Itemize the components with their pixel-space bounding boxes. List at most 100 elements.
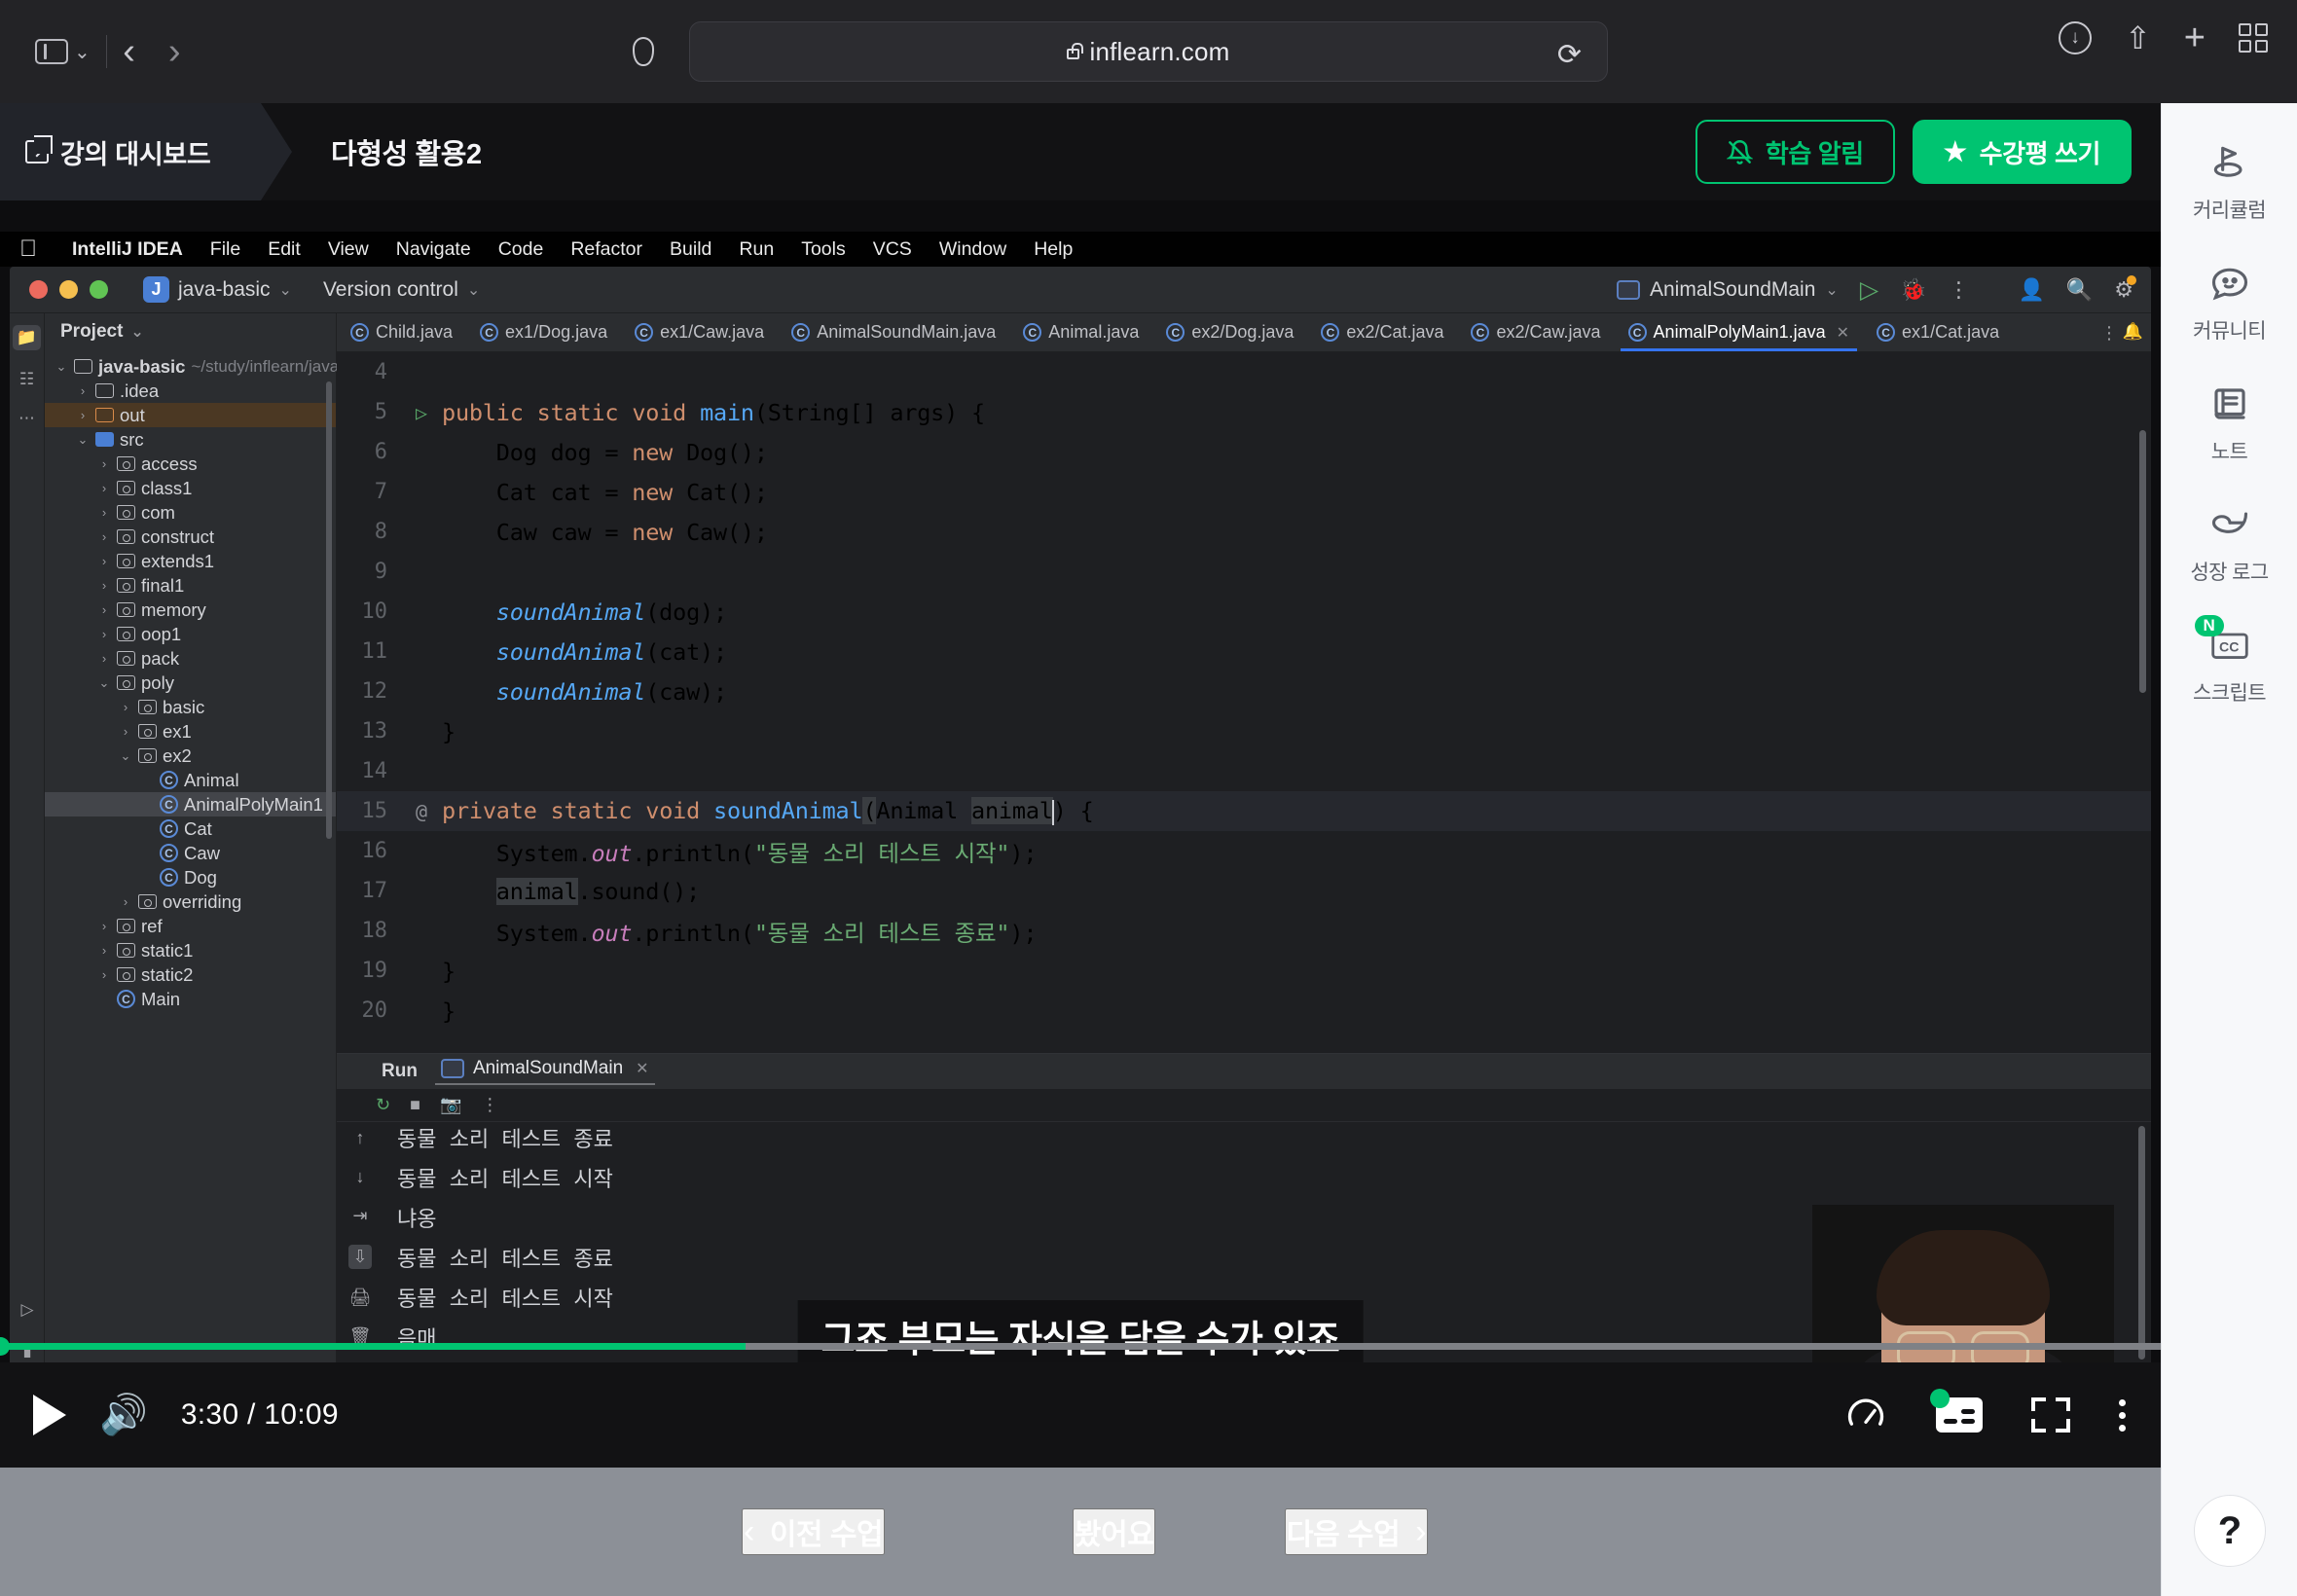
window-traffic-lights[interactable]: [29, 280, 108, 299]
code-line[interactable]: 20}: [337, 991, 2151, 1031]
tree-expander-icon[interactable]: ›: [97, 505, 111, 520]
search-icon[interactable]: 🔍: [2066, 277, 2093, 303]
editor-tabs-more-icon[interactable]: ⋮: [2100, 323, 2118, 344]
code-line[interactable]: 4: [337, 352, 2151, 392]
tree-item-poly[interactable]: ⌄ poly: [45, 671, 336, 695]
code-line[interactable]: 9: [337, 552, 2151, 592]
project-tool-icon[interactable]: 📁: [12, 325, 42, 350]
menu-help[interactable]: Help: [1020, 238, 1086, 261]
play-icon[interactable]: [33, 1395, 66, 1435]
tree-expander-icon[interactable]: ›: [97, 578, 111, 593]
maximize-window-icon[interactable]: [90, 280, 108, 299]
sidebar-item-curriculum[interactable]: 커리큘럼: [2162, 138, 2297, 224]
code-line[interactable]: 6 Dog dog = new Dog();: [337, 432, 2151, 472]
run-tool-icon[interactable]: ▷: [20, 1300, 33, 1320]
editor-tab-ex2-caw-java[interactable]: Cex2/Caw.java: [1457, 313, 1614, 351]
editor-tab-animalpolymain1-java[interactable]: C AnimalPolyMain1.java ✕: [1614, 313, 1864, 351]
video-player-stage[interactable]:  IntelliJ IDEA File Edit View Navigate …: [0, 200, 2161, 1399]
dashboard-breadcrumb-button[interactable]: 강의 대시보드: [0, 103, 292, 200]
tree-expander-icon[interactable]: ›: [97, 943, 111, 958]
tree-expander-icon[interactable]: ›: [97, 456, 111, 471]
tree-item-pack[interactable]: › pack: [45, 646, 336, 671]
tree-item-src[interactable]: ⌄ src: [45, 427, 336, 452]
print-icon[interactable]: 🖨: [349, 1288, 372, 1308]
menu-intellij[interactable]: IntelliJ IDEA: [58, 238, 197, 261]
tree-item-cat[interactable]: C Cat: [45, 816, 336, 841]
close-icon[interactable]: ✕: [636, 1059, 648, 1078]
editor-tab-ex1-cat-java[interactable]: Cex1/Cat.java: [1863, 313, 2013, 351]
project-selector[interactable]: J java-basic ⌄: [143, 276, 292, 303]
plus-icon[interactable]: +: [2184, 19, 2206, 56]
tree-expander-icon[interactable]: ›: [97, 651, 111, 666]
tree-item-static1[interactable]: › static1: [45, 938, 336, 962]
reload-icon[interactable]: ⟳: [1557, 38, 1582, 72]
menu-run[interactable]: Run: [725, 238, 787, 261]
tree-item-final1[interactable]: › final1: [45, 573, 336, 598]
code-line[interactable]: 11 soundAnimal(cat);: [337, 632, 2151, 671]
minimize-window-icon[interactable]: [59, 280, 78, 299]
run-more-icon[interactable]: ⋮: [1948, 277, 1969, 303]
menu-edit[interactable]: Edit: [254, 238, 314, 261]
menu-vcs[interactable]: VCS: [859, 238, 926, 261]
close-window-icon[interactable]: [29, 280, 48, 299]
tree-item-out[interactable]: › out: [45, 403, 336, 427]
fullscreen-icon[interactable]: [2031, 1397, 2070, 1433]
tree-item-ex2[interactable]: ⌄ ex2: [45, 744, 336, 768]
captions-cc-icon[interactable]: [1930, 1389, 1983, 1433]
project-tree[interactable]: ⌄ java-basic ~/study/inflearn/java/java- ›.…: [45, 350, 380, 1011]
tree-expander-icon[interactable]: ›: [76, 383, 90, 398]
previous-lesson-button[interactable]: ‹ 이전 수업: [742, 1508, 886, 1555]
downloads-icon[interactable]: ↓: [2058, 21, 2092, 54]
tree-item-java-basic[interactable]: ⌄ java-basic ~/study/inflearn/java/java-: [45, 354, 380, 379]
tree-item-basic[interactable]: › basic: [45, 695, 336, 719]
editor-tab-animal-java[interactable]: C Animal.java: [1009, 313, 1152, 351]
rerun-icon[interactable]: ↻: [376, 1095, 390, 1115]
tree-item-ref[interactable]: › ref: [45, 914, 336, 938]
back-arrow-icon[interactable]: ‹: [123, 33, 135, 70]
sidebar-item-note[interactable]: 노트: [2162, 380, 2297, 465]
run-options-icon[interactable]: ⋮: [481, 1095, 498, 1115]
mark-watched-button[interactable]: 봤어요: [1073, 1508, 1156, 1555]
tree-item--idea[interactable]: › .idea: [45, 379, 336, 403]
run-tab-animalsoundmain[interactable]: AnimalSoundMain ✕: [434, 1058, 655, 1085]
code-line[interactable]: 13}: [337, 711, 2151, 751]
scroll-up-icon[interactable]: ↑: [356, 1128, 365, 1148]
code-line[interactable]: 18 System.out.println("동물 소리 테스트 종료");: [337, 911, 2151, 951]
help-button[interactable]: ?: [2194, 1495, 2266, 1567]
tree-item-static2[interactable]: › static2: [45, 962, 336, 987]
editor-tab-ex2-dog-java[interactable]: Cex2/Dog.java: [1152, 313, 1307, 351]
forward-arrow-icon[interactable]: ›: [168, 33, 181, 70]
tree-item-class1[interactable]: › class1: [45, 476, 336, 500]
chevron-down-icon[interactable]: ⌄: [74, 40, 91, 64]
tree-item-access[interactable]: › access: [45, 452, 336, 476]
editor-tab-ex2-cat-java[interactable]: Cex2/Cat.java: [1307, 313, 1457, 351]
menu-navigate[interactable]: Navigate: [383, 238, 485, 261]
code-line[interactable]: 17 animal.sound();: [337, 871, 2151, 911]
tree-expander-icon[interactable]: ›: [97, 602, 111, 617]
menu-build[interactable]: Build: [656, 238, 725, 261]
run-gutter-icon[interactable]: ▷: [401, 401, 442, 424]
screenshot-icon[interactable]: 📷: [440, 1095, 461, 1115]
tree-expander-icon[interactable]: ⌄: [97, 675, 111, 691]
code-editor[interactable]: 4 5 ▷ public static void main(String[] args…: [337, 352, 2151, 1053]
usage-gutter-icon[interactable]: @: [401, 800, 442, 823]
editor-tab-child-java[interactable]: C Child.java: [337, 313, 466, 351]
version-control-selector[interactable]: Version control ⌄: [323, 278, 480, 302]
editor-tab-ex1-dog-java[interactable]: Cex1/Dog.java: [466, 313, 621, 351]
sidebar-item-community[interactable]: 커뮤니티: [2162, 259, 2297, 345]
debug-button[interactable]: 🐞: [1900, 277, 1926, 303]
soft-wrap-icon[interactable]: ⇥: [352, 1206, 367, 1226]
tree-item-construct[interactable]: › construct: [45, 525, 336, 549]
tree-expander-icon[interactable]: ›: [119, 724, 132, 739]
tree-expander-icon[interactable]: ⌄: [76, 432, 90, 448]
tree-item-animal[interactable]: C Animal: [45, 768, 336, 792]
code-line[interactable]: 19}: [337, 951, 2151, 991]
menu-code[interactable]: Code: [485, 238, 558, 261]
notifications-icon[interactable]: 🔔: [2123, 322, 2143, 342]
more-options-icon[interactable]: [2119, 1398, 2126, 1432]
menu-file[interactable]: File: [197, 238, 254, 261]
tree-expander-icon[interactable]: ›: [97, 627, 111, 641]
tree-expander-icon[interactable]: ›: [119, 894, 132, 909]
tree-item-caw[interactable]: C Caw: [45, 841, 336, 865]
menu-tools[interactable]: Tools: [787, 238, 859, 261]
